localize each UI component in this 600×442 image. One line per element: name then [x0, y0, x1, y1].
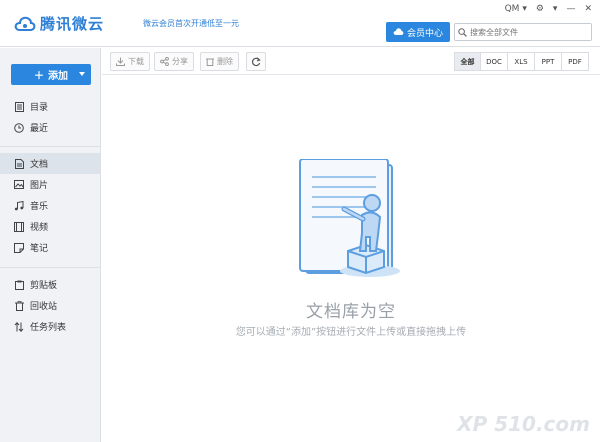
search-input[interactable] [470, 27, 585, 37]
share-button[interactable]: 分享 [154, 52, 194, 71]
filter-xls[interactable]: XLS [507, 52, 535, 71]
minimize-icon[interactable]: — [566, 4, 575, 14]
list-icon [14, 101, 24, 112]
nav-group-1: 目录 最近 [0, 96, 100, 138]
refresh-button[interactable] [246, 52, 266, 71]
filter-doc[interactable]: DOC [480, 52, 508, 71]
refresh-icon [251, 56, 261, 66]
add-label: 添加 [48, 71, 68, 82]
sidebar-divider [0, 146, 100, 147]
share-icon [160, 57, 169, 66]
search-icon [458, 27, 467, 37]
empty-state-subtitle: 您可以通过“添加”按钮进行文件上传或直接拖拽上传 [235, 327, 467, 338]
document-icon [14, 158, 24, 169]
close-icon[interactable]: ✕ [584, 4, 592, 14]
sidebar-item-notes[interactable]: 笔记 [0, 237, 100, 258]
filter-ppt[interactable]: PPT [534, 52, 562, 71]
note-icon [14, 242, 24, 253]
sidebar-item-music[interactable]: 音乐 [0, 195, 100, 216]
vip-center-label: 会员中心 [406, 28, 443, 39]
promo-link[interactable]: 微云会员首次开通低至一元 [143, 18, 239, 29]
cloud-logo-icon [14, 16, 36, 31]
window-controls: QM ▾ ⚙ ▾ — ✕ [505, 4, 592, 14]
sidebar-item-clipboard[interactable]: 剪贴板 [0, 274, 100, 295]
vip-center-button[interactable]: 会员中心 [386, 22, 450, 42]
filter-pdf[interactable]: PDF [561, 52, 589, 71]
clock-icon [14, 122, 24, 133]
watermark-logo: XP 510.com [457, 412, 590, 436]
add-dropdown-caret-icon[interactable] [79, 72, 85, 76]
sidebar-item-task-list[interactable]: 任务列表 [0, 316, 100, 337]
file-toolbar: 下载 分享 删除 全部 DOC XLS PPT PDF [102, 48, 600, 75]
delete-button[interactable]: 删除 [200, 52, 239, 71]
image-icon [14, 180, 24, 190]
music-icon [14, 200, 24, 211]
sidebar-item-recycle-bin[interactable]: 回收站 [0, 295, 100, 316]
logo: 腾讯微云 [14, 13, 104, 34]
download-button[interactable]: 下载 [110, 52, 150, 71]
nav-group-3: 剪贴板 回收站 任务列表 [0, 274, 100, 337]
empty-document-illustration [299, 159, 400, 277]
trash-icon [14, 300, 24, 311]
logo-text: 腾讯微云 [40, 15, 105, 33]
add-button[interactable]: ＋ 添加 [11, 64, 91, 85]
clipboard-icon [14, 280, 24, 290]
user-menu[interactable]: QM ▾ [505, 4, 527, 14]
settings-icon[interactable]: ⚙ [536, 4, 544, 14]
filter-all[interactable]: 全部 [454, 52, 481, 71]
trash-icon [206, 58, 214, 66]
file-list-area[interactable]: 文档库为空 您可以通过“添加”按钮进行文件上传或直接拖拽上传 XP 510.co… [102, 76, 600, 442]
title-bar: 腾讯微云 微云会员首次开通低至一元 QM ▾ ⚙ ▾ — ✕ 会员中心 [0, 0, 600, 47]
search-box[interactable] [454, 23, 592, 41]
file-type-filter: 全部 DOC XLS PPT PDF [454, 52, 589, 71]
sidebar-item-directory[interactable]: 目录 [0, 96, 100, 117]
sidebar-item-documents[interactable]: 文档 [0, 153, 100, 174]
cloud-icon [393, 28, 404, 35]
sidebar-item-video[interactable]: 视频 [0, 216, 100, 237]
caret-down-icon[interactable]: ▾ [553, 4, 558, 14]
video-icon [14, 221, 24, 232]
empty-state-title: 文档库为空 [306, 302, 396, 322]
sidebar: ＋ 添加 目录 最近 文档 图片 音乐 视频 笔记 剪贴板 回收站 任务列表 [0, 48, 101, 442]
transfer-icon [14, 321, 24, 332]
sidebar-item-images[interactable]: 图片 [0, 174, 100, 195]
sidebar-divider [0, 267, 100, 268]
download-icon [116, 57, 125, 66]
nav-group-2: 文档 图片 音乐 视频 笔记 [0, 153, 100, 258]
sidebar-item-recent[interactable]: 最近 [0, 117, 100, 138]
plus-icon: ＋ [34, 71, 44, 82]
